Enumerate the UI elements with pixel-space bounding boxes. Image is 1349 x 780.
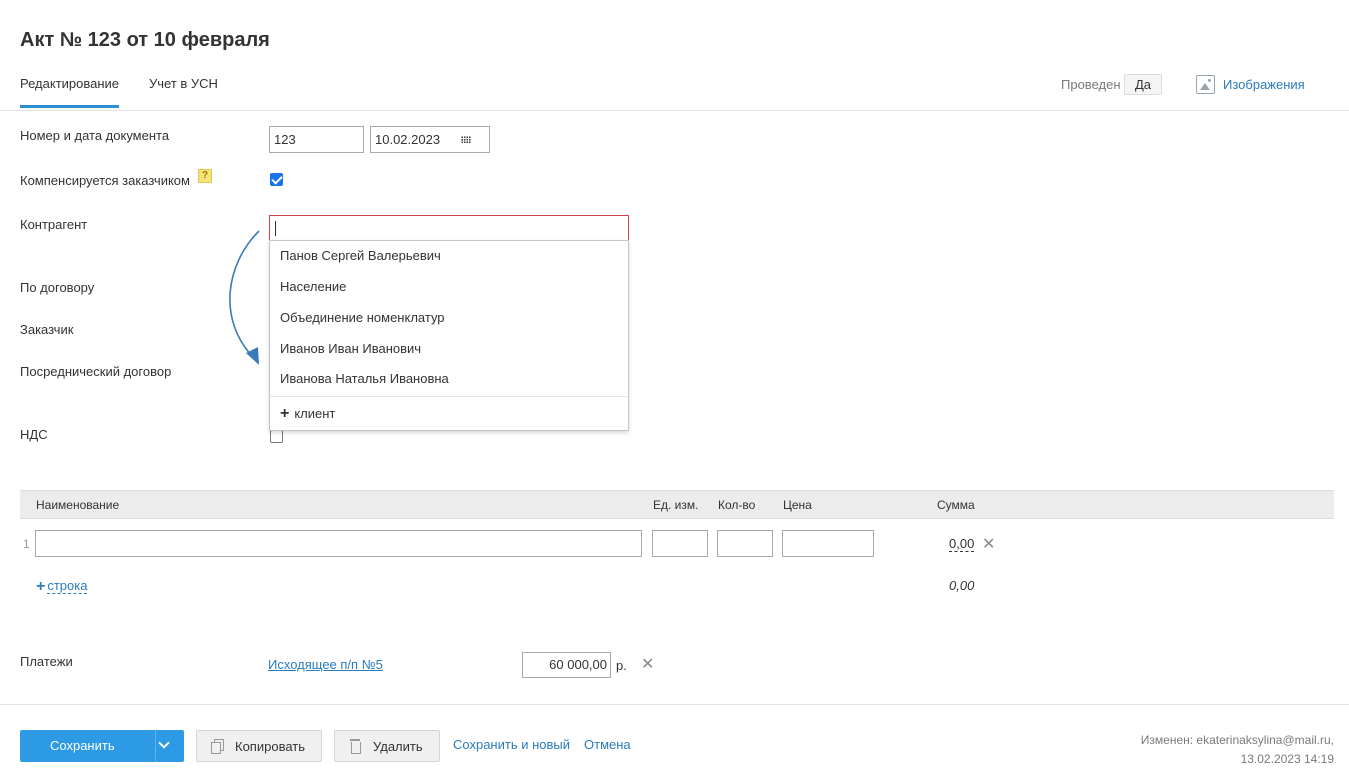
page-title: Акт № 123 от 10 февраля	[20, 29, 270, 51]
customer-label: Заказчик	[20, 322, 74, 337]
dropdown-divider	[270, 396, 628, 397]
compensated-label: Компенсируется заказчиком	[20, 173, 190, 188]
delete-payment-icon[interactable]: ✕	[641, 654, 654, 674]
delete-row-icon[interactable]: ✕	[982, 534, 995, 554]
item-price-input[interactable]	[782, 530, 874, 557]
contractor-label: Контрагент	[20, 217, 88, 232]
footer-divider	[0, 704, 1349, 705]
tab-usn-accounting[interactable]: Учет в УСН	[149, 76, 218, 91]
save-button-label: Сохранить	[50, 738, 115, 753]
vat-checkbox[interactable]	[270, 430, 283, 443]
dropdown-item[interactable]: Иванова Наталья Ивановна	[280, 371, 449, 386]
delete-button[interactable]: Удалить	[334, 730, 440, 762]
payments-label: Платежи	[20, 654, 73, 669]
contractor-dropdown: Панов Сергей Валерьевич Население Объеди…	[269, 240, 629, 431]
doc-date-value: 10.02.2023	[375, 132, 441, 147]
changed-info: Изменен: ekaterinaksylina@mail.ru, 13.02…	[1141, 731, 1334, 769]
dropdown-item[interactable]: Население	[280, 279, 346, 294]
payment-amount-input[interactable]: 60 000,00	[522, 652, 611, 678]
column-header-name: Наименование	[36, 498, 120, 512]
column-header-unit: Ед. изм.	[653, 498, 699, 512]
trash-icon	[349, 739, 361, 754]
images-link[interactable]: Изображения	[1196, 75, 1305, 94]
column-header-sum: Сумма	[937, 498, 975, 512]
changed-at: 13.02.2023 14:19	[1240, 752, 1334, 766]
posted-label: Проведен	[1061, 77, 1121, 92]
doc-number-date-label: Номер и дата документа	[20, 128, 170, 143]
text-caret	[275, 221, 276, 236]
add-client-button[interactable]: + клиент	[280, 405, 336, 422]
contract-label: По договору	[20, 280, 95, 295]
add-client-label: клиент	[294, 406, 336, 421]
compensated-checkbox[interactable]	[270, 173, 283, 186]
contractor-input[interactable]	[269, 215, 629, 241]
dropdown-item[interactable]: Панов Сергей Валерьевич	[280, 248, 441, 263]
column-header-price: Цена	[783, 498, 812, 512]
help-icon[interactable]: ?	[198, 169, 212, 183]
item-unit-input[interactable]	[652, 530, 708, 557]
doc-number-input[interactable]: 123	[269, 126, 364, 153]
item-sum[interactable]: 0,00	[949, 537, 975, 552]
items-table-header: Наименование Ед. изм. Кол-во Цена Сумма	[20, 490, 1334, 519]
payment-currency: р.	[616, 658, 627, 673]
copy-button-label: Копировать	[235, 738, 305, 754]
vat-label: НДС	[20, 427, 48, 442]
doc-date-input[interactable]: 10.02.2023	[370, 126, 490, 153]
column-header-qty: Кол-во	[718, 498, 756, 512]
posted-toggle[interactable]: Да	[1124, 74, 1162, 95]
cancel-link[interactable]: Отмена	[584, 737, 631, 752]
table-total: 0,00	[949, 578, 975, 593]
item-name-input[interactable]	[35, 530, 642, 557]
save-split-divider	[155, 730, 156, 762]
copy-icon	[211, 739, 224, 754]
tabs-divider	[0, 110, 1349, 111]
save-button[interactable]: Сохранить	[20, 730, 184, 762]
row-number: 1	[23, 537, 30, 551]
plus-icon: +	[280, 405, 290, 422]
changed-by: Изменен: ekaterinaksylina@mail.ru,	[1140, 733, 1334, 747]
images-label: Изображения	[1223, 77, 1305, 92]
dropdown-item[interactable]: Объединение номенклатур	[280, 310, 445, 325]
payment-link[interactable]: Исходящее п/п №5	[268, 657, 383, 672]
item-qty-input[interactable]	[717, 530, 773, 557]
chevron-down-icon[interactable]	[158, 737, 170, 749]
annotation-arrow-icon	[229, 230, 260, 365]
tab-editing[interactable]: Редактирование	[20, 76, 120, 108]
add-row-link[interactable]: + строка	[36, 578, 88, 595]
agency-contract-label: Посреднический договор	[20, 364, 172, 379]
image-icon	[1196, 75, 1215, 94]
calendar-icon[interactable]	[461, 136, 471, 144]
copy-button[interactable]: Копировать	[196, 730, 322, 762]
delete-button-label: Удалить	[373, 738, 423, 754]
add-row-label: строка	[47, 578, 88, 594]
plus-icon: +	[36, 578, 46, 595]
save-and-new-link[interactable]: Сохранить и новый	[453, 737, 570, 752]
dropdown-item[interactable]: Иванов Иван Иванович	[280, 341, 421, 356]
